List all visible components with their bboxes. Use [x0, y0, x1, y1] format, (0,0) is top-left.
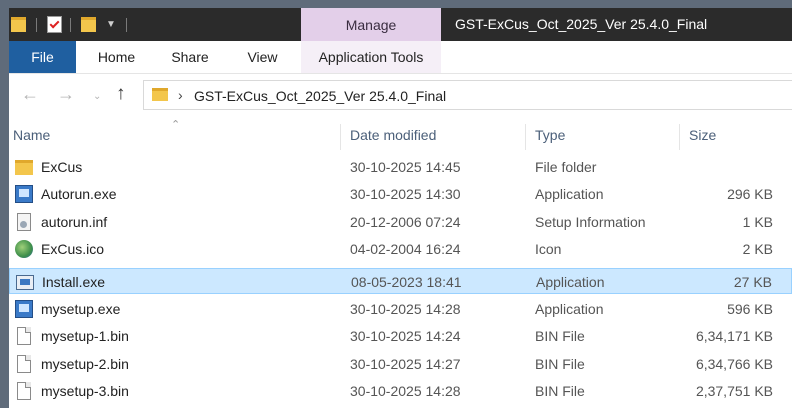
file-name: mysetup.exe — [41, 301, 121, 317]
manage-context-tab[interactable]: Manage — [301, 8, 441, 41]
globe-icon — [15, 240, 33, 258]
file-size: 2,37,751 KB — [695, 383, 773, 399]
properties-icon[interactable] — [47, 16, 62, 33]
column-header-size[interactable]: Size — [689, 116, 716, 154]
file-type: Icon — [535, 241, 562, 257]
file-name: autorun.inf — [41, 214, 108, 230]
file-type: Application — [535, 301, 604, 317]
file-date-modified: 20-12-2006 07:24 — [350, 214, 461, 230]
column-divider[interactable] — [525, 124, 526, 150]
file-name: ExCus.ico — [41, 241, 105, 257]
file-row[interactable]: autorun.inf 20-12-2006 07:24 Setup Infor… — [9, 209, 792, 235]
column-header-name[interactable]: Name — [13, 116, 50, 154]
recent-locations-chevron-icon[interactable]: ⌄ — [93, 88, 101, 106]
tab-home[interactable]: Home — [89, 41, 144, 73]
file-date-modified: 30-10-2025 14:30 — [350, 186, 461, 202]
file-size: 27 KB — [733, 274, 772, 290]
file-row[interactable]: mysetup-2.bin 30-10-2025 14:27 BIN File … — [9, 351, 792, 377]
file-size: 296 KB — [727, 186, 773, 202]
toolbar-separator — [70, 18, 71, 32]
file-date-modified: 08-05-2023 18:41 — [351, 274, 462, 290]
file-date-modified: 30-10-2025 14:24 — [350, 328, 461, 344]
file-date-modified: 30-10-2025 14:45 — [350, 159, 461, 175]
column-header-type[interactable]: Type — [535, 116, 565, 154]
ribbon-tabs: File Home Share View Application Tools — [9, 41, 792, 74]
back-arrow-icon[interactable]: ← — [21, 85, 39, 103]
file-size: 6,34,766 KB — [695, 356, 773, 372]
file-row[interactable]: mysetup.exe 30-10-2025 14:28 Application… — [9, 296, 792, 322]
file-name: mysetup-1.bin — [41, 328, 129, 344]
file-type: File folder — [535, 159, 597, 175]
column-header-date-modified[interactable]: Date modified — [350, 116, 436, 154]
address-bar[interactable]: › GST-ExCus_Oct_2025_Ver 25.4.0_Final — [143, 80, 792, 110]
setup-exe-icon — [15, 300, 33, 318]
tab-share[interactable]: Share — [161, 41, 219, 73]
file-type: BIN File — [535, 383, 585, 399]
column-divider[interactable] — [340, 124, 341, 150]
file-size: 6,34,171 KB — [695, 328, 773, 344]
tab-application-tools[interactable]: Application Tools — [301, 41, 441, 73]
forward-arrow-icon[interactable]: → — [57, 85, 75, 103]
breadcrumb-current-folder[interactable]: GST-ExCus_Oct_2025_Ver 25.4.0_Final — [194, 86, 446, 106]
file-row[interactable]: ExCus 30-10-2025 14:45 File folder — [9, 154, 792, 180]
file-row[interactable]: mysetup-1.bin 30-10-2025 14:24 BIN File … — [9, 323, 792, 349]
new-folder-icon[interactable] — [81, 17, 96, 32]
file-type: Application — [536, 274, 605, 290]
file-type: Application — [535, 186, 604, 202]
blank-file-icon — [17, 382, 31, 400]
toolbar-separator — [36, 18, 37, 32]
blank-file-icon — [17, 355, 31, 373]
file-row[interactable]: mysetup-3.bin 30-10-2025 14:28 BIN File … — [9, 378, 792, 404]
file-name: Autorun.exe — [41, 186, 117, 202]
breadcrumb-chevron-icon[interactable]: › — [178, 85, 183, 105]
file-name: Install.exe — [42, 274, 106, 290]
file-date-modified: 30-10-2025 14:27 — [350, 356, 461, 372]
file-row[interactable]: Autorun.exe 30-10-2025 14:30 Application… — [9, 181, 792, 207]
file-type: Setup Information — [535, 214, 646, 230]
setup-exe-icon — [15, 185, 33, 203]
file-size: 596 KB — [727, 301, 773, 317]
folder-icon — [11, 17, 26, 32]
file-name: mysetup-2.bin — [41, 356, 129, 372]
inf-file-icon — [17, 213, 31, 231]
tab-view[interactable]: View — [235, 41, 290, 73]
installer-icon — [16, 275, 34, 290]
column-divider[interactable] — [679, 124, 680, 150]
file-explorer-window: ▼ Manage GST-ExCus_Oct_2025_Ver 25.4.0_F… — [9, 8, 792, 408]
folder-icon — [152, 88, 168, 101]
column-headers: ⌃ Name Date modified Type Size — [9, 116, 792, 154]
title-bar: ▼ Manage GST-ExCus_Oct_2025_Ver 25.4.0_F… — [9, 8, 792, 41]
file-date-modified: 04-02-2004 16:24 — [350, 241, 461, 257]
toolbar-separator — [126, 18, 127, 32]
file-row-selected[interactable]: Install.exe 08-05-2023 18:41 Application… — [9, 268, 792, 294]
file-size: 2 KB — [742, 241, 773, 257]
tab-file[interactable]: File — [9, 41, 76, 73]
file-date-modified: 30-10-2025 14:28 — [350, 301, 461, 317]
blank-file-icon — [17, 327, 31, 345]
file-name: ExCus — [41, 159, 83, 175]
file-size: 1 KB — [742, 214, 773, 230]
window-title: GST-ExCus_Oct_2025_Ver 25.4.0_Final — [455, 16, 708, 32]
sort-ascending-icon: ⌃ — [171, 119, 181, 131]
up-arrow-icon[interactable]: ↑ — [116, 84, 126, 103]
file-date-modified: 30-10-2025 14:28 — [350, 383, 461, 399]
navigation-bar: ← → ⌄ ↑ › GST-ExCus_Oct_2025_Ver 25.4.0_… — [9, 74, 792, 116]
file-type: BIN File — [535, 356, 585, 372]
folder-icon — [15, 160, 33, 175]
customize-toolbar-dropdown-icon[interactable]: ▼ — [106, 20, 116, 30]
file-row[interactable]: ExCus.ico 04-02-2004 16:24 Icon 2 KB — [9, 236, 792, 262]
file-name: mysetup-3.bin — [41, 383, 129, 399]
file-type: BIN File — [535, 328, 585, 344]
